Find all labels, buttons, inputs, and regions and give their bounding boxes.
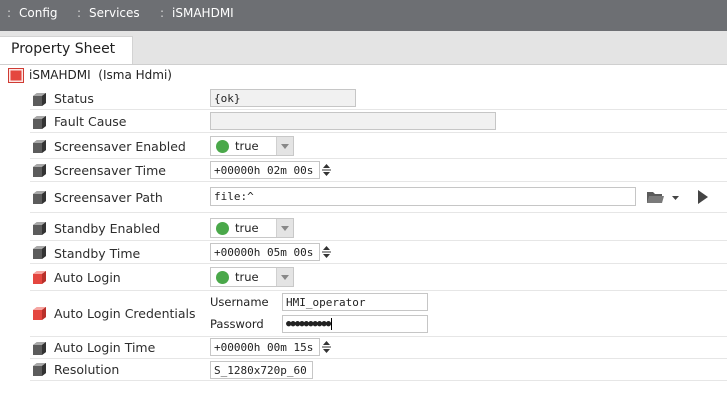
spinner-icon[interactable] <box>322 163 331 177</box>
property-name: Auto Login Time <box>54 340 156 355</box>
tab-property-sheet[interactable]: Property Sheet <box>0 36 133 64</box>
property-row-auto-login: Auto Login true <box>30 264 727 291</box>
dropdown-arrow-icon[interactable] <box>276 137 293 155</box>
view-tab-strip: Property Sheet <box>0 31 727 65</box>
property-name: Auto Login Credentials <box>54 306 196 321</box>
dropdown-arrow-icon[interactable] <box>276 219 293 237</box>
username-label: Username <box>210 295 269 309</box>
slot-icon <box>33 222 46 235</box>
username-input[interactable]: HMI_operator <box>282 293 428 311</box>
slot-icon <box>33 164 46 177</box>
property-row-standby-time: Standby Time +00000h 05m 00s <box>30 241 727 264</box>
password-input[interactable]: ●●●●●●●●●● <box>282 315 428 333</box>
property-row-screensaver-enabled: Screensaver Enabled true <box>30 133 727 159</box>
status-dot-icon <box>216 222 229 235</box>
status-field: {ok} <box>210 89 356 107</box>
slot-icon <box>33 140 46 153</box>
spinner-icon[interactable] <box>322 245 331 259</box>
standby-enabled-select[interactable]: true <box>210 218 294 238</box>
config-slot-icon <box>33 271 46 284</box>
property-name: Screensaver Time <box>54 163 166 178</box>
property-row-auto-login-time: Auto Login Time +00000h 00m 15s <box>30 337 727 359</box>
property-name: Auto Login <box>54 270 121 285</box>
property-name: Resolution <box>54 362 120 377</box>
screensaver-enabled-select[interactable]: true <box>210 136 294 156</box>
breadcrumb-item-ismahdmi[interactable]: : iSMAHDMI <box>160 0 234 31</box>
property-row-screensaver-path: Screensaver Path file:^ <box>30 182 727 213</box>
slot-icon <box>33 246 46 259</box>
property-name: Status <box>54 91 94 106</box>
property-name: Screensaver Path <box>54 190 163 205</box>
breadcrumb-item-config[interactable]: : Config <box>7 0 58 31</box>
dropdown-arrow-icon[interactable] <box>672 196 679 200</box>
status-dot-icon <box>216 271 229 284</box>
text-cursor <box>331 317 333 330</box>
auto-login-select[interactable]: true <box>210 267 294 287</box>
property-row-resolution: Resolution S_1280x720p_60 <box>30 359 727 381</box>
slot-icon <box>33 363 46 376</box>
property-row-standby-enabled: Standby Enabled true <box>30 215 727 241</box>
component-icon <box>8 68 24 83</box>
property-name: Standby Time <box>54 246 141 261</box>
resolution-select[interactable]: S_1280x720p_60 <box>210 361 313 379</box>
property-name: Screensaver Enabled <box>54 139 186 154</box>
folder-icon[interactable] <box>647 191 664 204</box>
root-component-row[interactable]: iSMAHDMI (Isma Hdmi) <box>0 65 727 85</box>
slot-icon <box>33 191 46 204</box>
screensaver-time-input[interactable]: +00000h 02m 00s <box>210 161 320 179</box>
auto-login-time-input[interactable]: +00000h 00m 15s <box>210 338 320 356</box>
fault-cause-field <box>210 112 496 130</box>
slot-icon <box>33 93 46 106</box>
property-row-status: Status {ok} <box>30 87 727 110</box>
slot-icon <box>33 342 46 355</box>
breadcrumb: : Config : Services : iSMAHDMI <box>0 0 727 31</box>
property-row-screensaver-time: Screensaver Time +00000h 02m 00s <box>30 159 727 182</box>
property-row-fault-cause: Fault Cause <box>30 110 727 133</box>
property-name: Fault Cause <box>54 114 127 129</box>
slot-icon <box>33 116 46 129</box>
standby-time-input[interactable]: +00000h 05m 00s <box>210 243 320 261</box>
status-dot-icon <box>216 140 229 153</box>
root-component-label: iSMAHDMI (Isma Hdmi) <box>29 68 172 82</box>
screensaver-path-input[interactable]: file:^ <box>210 187 636 206</box>
breadcrumb-item-services[interactable]: : Services <box>77 0 140 31</box>
play-icon[interactable] <box>698 190 708 204</box>
property-name: Standby Enabled <box>54 221 161 236</box>
password-label: Password <box>210 317 264 331</box>
spinner-icon[interactable] <box>322 340 331 354</box>
config-slot-icon <box>33 307 46 320</box>
dropdown-arrow-icon[interactable] <box>276 268 293 286</box>
property-row-auto-login-credentials: Auto Login Credentials Username HMI_oper… <box>30 291 727 337</box>
